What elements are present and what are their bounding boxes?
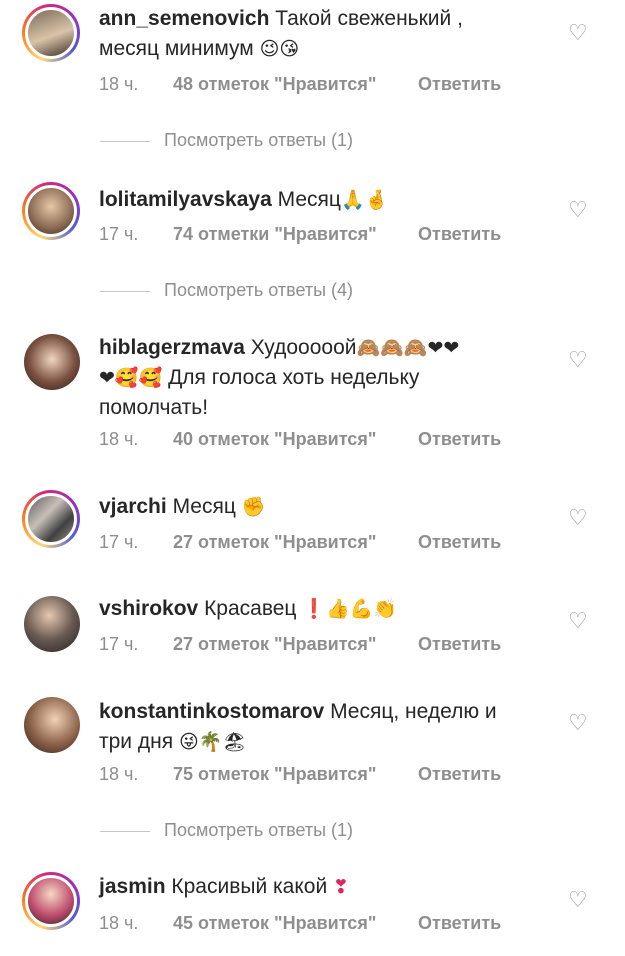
comment-text: vshirokov Красавец ❗👍💪👏 (99, 594, 554, 624)
view-replies[interactable]: Посмотреть ответы (4) (100, 280, 353, 301)
emoji: ❣ (333, 876, 349, 898)
likes-count[interactable]: 45 отметок "Нравится" (173, 913, 418, 934)
timestamp: 18 ч. (99, 74, 139, 94)
heart-outline-icon[interactable]: ♡ (568, 611, 592, 633)
reply-button[interactable]: Ответить (418, 634, 501, 654)
timestamp: 17 ч. (99, 634, 139, 654)
comment-body: Для голоса хоть недельку (162, 366, 420, 389)
comment-body: Худооооой (250, 336, 357, 359)
comment-body: Месяц, неделю и (330, 700, 497, 723)
comment-text: vjarchi Месяц ✊ (99, 492, 554, 522)
comment-body: месяц минимум (99, 37, 254, 60)
heart-outline-icon[interactable]: ♡ (568, 508, 592, 530)
comment-meta: 18 ч. 48 отметок "Нравится" Ответить (99, 74, 501, 95)
avatar[interactable] (22, 4, 80, 62)
timestamp: 17 ч. (99, 532, 139, 552)
divider-line (100, 830, 150, 832)
username[interactable]: vjarchi (99, 495, 167, 518)
comment-text: hiblagerzmava Худооооой🙈🙈🙈❤❤ ❤🥰🥰 Для гол… (99, 333, 554, 423)
avatar[interactable] (22, 182, 80, 240)
heart-outline-icon[interactable]: ♡ (568, 713, 592, 735)
emoji: 🙏🤞 (340, 189, 389, 211)
comment-text: jasmin Красивый какой ❣ (99, 872, 554, 902)
view-replies[interactable]: Посмотреть ответы (1) (100, 820, 353, 841)
comment-meta: 17 ч. 27 отметок "Нравится" Ответить (99, 532, 501, 553)
view-replies[interactable]: Посмотреть ответы (1) (100, 130, 353, 151)
avatar[interactable] (24, 697, 80, 753)
emoji: ❗👍💪👏 (302, 598, 397, 620)
divider-line (100, 290, 150, 292)
avatar[interactable] (24, 334, 80, 390)
comment-meta: 17 ч. 74 отметки "Нравится" Ответить (99, 224, 501, 245)
likes-count[interactable]: 48 отметок "Нравится" (173, 74, 418, 95)
username[interactable]: ann_semenovich (99, 7, 269, 30)
comment-body: помолчать! (99, 396, 209, 419)
emoji: ❤🥰🥰 (99, 367, 163, 389)
heart-outline-icon[interactable]: ♡ (568, 350, 592, 372)
username[interactable]: lolitamilyavskaya (99, 188, 272, 211)
timestamp: 18 ч. (99, 913, 139, 933)
comment-body: Красивый какой (171, 875, 328, 898)
username[interactable]: jasmin (99, 875, 166, 898)
view-replies-label[interactable]: Посмотреть ответы (4) (164, 280, 353, 300)
comment-body: Такой свеженький , (275, 7, 463, 30)
reply-button[interactable]: Ответить (418, 764, 501, 784)
timestamp: 18 ч. (99, 429, 139, 449)
comment-text: konstantinkostomarov Месяц, неделю и три… (99, 697, 554, 757)
comment-body: Красавец (204, 597, 297, 620)
comment-meta: 18 ч. 75 отметок "Нравится" Ответить (99, 764, 501, 785)
comment-meta: 18 ч. 40 отметок "Нравится" Ответить (99, 429, 501, 450)
view-replies-label[interactable]: Посмотреть ответы (1) (164, 130, 353, 150)
comment-meta: 18 ч. 45 отметок "Нравится" Ответить (99, 913, 501, 934)
comment-meta: 17 ч. 27 отметок "Нравится" Ответить (99, 634, 501, 655)
likes-count[interactable]: 40 отметок "Нравится" (173, 429, 418, 450)
view-replies-label[interactable]: Посмотреть ответы (1) (164, 820, 353, 840)
timestamp: 17 ч. (99, 224, 139, 244)
reply-button[interactable]: Ответить (418, 224, 501, 244)
comment-text: ann_semenovich Такой свеженький , месяц … (99, 4, 554, 64)
reply-button[interactable]: Ответить (418, 429, 501, 449)
timestamp: 18 ч. (99, 764, 139, 784)
emoji: 😜🌴🏖 (178, 731, 247, 753)
heart-outline-icon[interactable]: ♡ (568, 23, 592, 45)
reply-button[interactable]: Ответить (418, 913, 501, 933)
comment-body: Месяц (277, 188, 341, 211)
avatar[interactable] (22, 490, 80, 548)
divider-line (100, 140, 150, 142)
reply-button[interactable]: Ответить (418, 74, 501, 94)
avatar[interactable] (24, 596, 80, 652)
comment-text: lolitamilyavskaya Месяц🙏🤞 (99, 185, 554, 215)
reply-button[interactable]: Ответить (418, 532, 501, 552)
likes-count[interactable]: 27 отметок "Нравится" (173, 634, 418, 655)
heart-outline-icon[interactable]: ♡ (568, 890, 592, 912)
comment-body: Месяц (172, 495, 236, 518)
username[interactable]: vshirokov (99, 597, 198, 620)
emoji: 🙈🙈🙈❤❤ (356, 337, 460, 359)
comment-body: три дня (99, 730, 174, 753)
heart-outline-icon[interactable]: ♡ (568, 200, 592, 222)
likes-count[interactable]: 27 отметок "Нравится" (173, 532, 418, 553)
avatar[interactable] (22, 872, 80, 930)
likes-count[interactable]: 75 отметок "Нравится" (173, 764, 418, 785)
username[interactable]: konstantinkostomarov (99, 700, 324, 723)
emoji: ✊ (241, 496, 266, 518)
likes-count[interactable]: 74 отметки "Нравится" (173, 224, 418, 245)
emoji: 😉😘 (259, 38, 300, 60)
username[interactable]: hiblagerzmava (99, 336, 245, 359)
